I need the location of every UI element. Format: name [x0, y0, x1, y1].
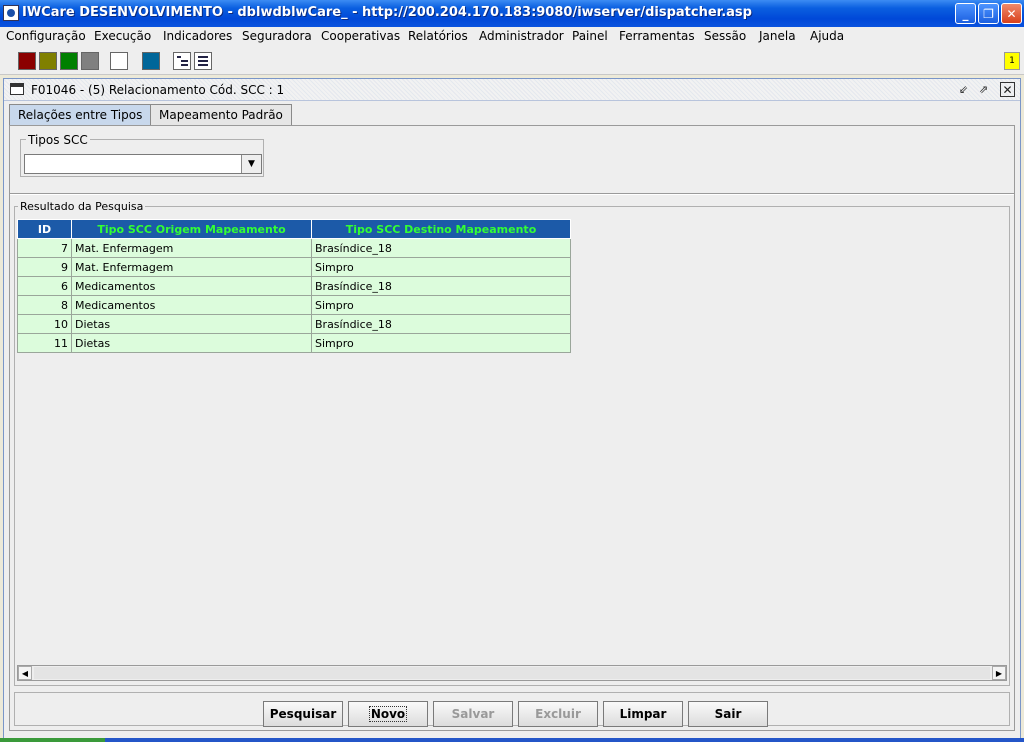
menu-configuracao[interactable]: Configuração — [6, 29, 86, 43]
table-row[interactable]: 11 Dietas Simpro — [17, 333, 571, 353]
button-bar: Pesquisar Novo Salvar Excluir Limpar Sai… — [14, 692, 1010, 727]
cell-origem: Dietas — [71, 314, 312, 334]
cell-id: 6 — [17, 276, 72, 296]
excluir-button[interactable]: Excluir — [518, 701, 598, 727]
cell-id: 8 — [17, 295, 72, 315]
color-swatch-green[interactable] — [60, 52, 78, 70]
table-row[interactable]: 8 Medicamentos Simpro — [17, 295, 571, 315]
cell-id: 7 — [17, 238, 72, 258]
menu-bar: Configuração Execução Indicadores Segura… — [0, 27, 1024, 47]
restore-icon[interactable]: ❐ — [978, 3, 999, 24]
column-header-id[interactable]: ID — [17, 219, 72, 239]
tab-relacoes-entre-tipos[interactable]: Relações entre Tipos — [9, 104, 152, 125]
color-swatch-teal[interactable] — [142, 52, 160, 70]
cell-origem: Mat. Enfermagem — [71, 238, 312, 258]
pesquisar-button[interactable]: Pesquisar — [263, 701, 343, 727]
table-row[interactable]: 6 Medicamentos Brasíndice_18 — [17, 276, 571, 296]
cell-id: 10 — [17, 314, 72, 334]
limpar-button[interactable]: Limpar — [603, 701, 683, 727]
column-header-destino[interactable]: Tipo SCC Destino Mapeamento — [311, 219, 571, 239]
menu-execucao[interactable]: Execução — [94, 29, 151, 43]
color-swatch-olive[interactable] — [39, 52, 57, 70]
menu-ajuda[interactable]: Ajuda — [810, 29, 844, 43]
cell-destino: Simpro — [311, 257, 571, 277]
menu-indicadores[interactable]: Indicadores — [163, 29, 232, 43]
cell-destino: Brasíndice_18 — [311, 238, 571, 258]
divider — [10, 193, 1014, 195]
cell-destino: Brasíndice_18 — [311, 276, 571, 296]
tipos-scc-combobox[interactable]: ▼ — [24, 154, 262, 174]
cell-origem: Dietas — [71, 333, 312, 353]
internal-frame: F01046 - (5) Relacionamento Cód. SCC : 1… — [3, 78, 1021, 739]
menu-sessao[interactable]: Sessão — [704, 29, 746, 43]
cell-origem: Medicamentos — [71, 295, 312, 315]
menu-janela[interactable]: Janela — [759, 29, 796, 43]
cell-destino: Simpro — [311, 333, 571, 353]
document-icon — [10, 83, 24, 95]
menu-cooperativas[interactable]: Cooperativas — [321, 29, 400, 43]
horizontal-scrollbar[interactable]: ◀ ▶ — [17, 665, 1007, 681]
start-button[interactable] — [0, 738, 105, 742]
notification-badge[interactable]: 1 — [1004, 52, 1020, 70]
tab-panel: Tipos SCC ▼ Resultado da Pesquisa ID Tip… — [9, 125, 1015, 731]
window-title-bar[interactable]: IWCare DESENVOLVIMENTO - dblwdblwCare_ -… — [0, 0, 1024, 27]
results-table: ID Tipo SCC Origem Mapeamento Tipo SCC D… — [17, 219, 571, 353]
menu-administrador[interactable]: Administrador — [479, 29, 564, 43]
tab-mapeamento-padrao[interactable]: Mapeamento Padrão — [150, 104, 292, 125]
scroll-right-icon[interactable]: ▶ — [992, 666, 1006, 680]
color-swatch-dark-red[interactable] — [18, 52, 36, 70]
menu-relatorios[interactable]: Relatórios — [408, 29, 468, 43]
cascade-windows-icon[interactable] — [194, 52, 212, 70]
sair-button[interactable]: Sair — [688, 701, 768, 727]
tipos-scc-group: Tipos SCC ▼ — [20, 133, 264, 177]
tipos-scc-legend: Tipos SCC — [26, 133, 90, 147]
cell-destino: Brasíndice_18 — [311, 314, 571, 334]
menu-ferramentas[interactable]: Ferramentas — [619, 29, 695, 43]
table-row[interactable]: 7 Mat. Enfermagem Brasíndice_18 — [17, 238, 571, 258]
table-row[interactable]: 10 Dietas Brasíndice_18 — [17, 314, 571, 334]
salvar-button[interactable]: Salvar — [433, 701, 513, 727]
menu-painel[interactable]: Painel — [572, 29, 608, 43]
cell-id: 9 — [17, 257, 72, 277]
column-header-origem[interactable]: Tipo SCC Origem Mapeamento — [71, 219, 312, 239]
scroll-left-icon[interactable]: ◀ — [18, 666, 32, 680]
resultado-pesquisa-legend: Resultado da Pesquisa — [18, 200, 146, 213]
window-title: IWCare DESENVOLVIMENTO - dblwdblwCare_ -… — [22, 5, 752, 20]
resultado-pesquisa-group: Resultado da Pesquisa ID Tipo SCC Origem… — [14, 200, 1010, 686]
frame-title: F01046 - (5) Relacionamento Cód. SCC : 1 — [31, 83, 285, 97]
iconify-icon[interactable]: ⇙ — [956, 82, 971, 97]
table-row[interactable]: 9 Mat. Enfermagem Simpro — [17, 257, 571, 277]
cell-destino: Simpro — [311, 295, 571, 315]
cell-id: 11 — [17, 333, 72, 353]
scrollbar-track[interactable] — [34, 667, 990, 679]
novo-button[interactable]: Novo — [348, 701, 428, 727]
app-icon — [3, 5, 19, 21]
color-swatch-white[interactable] — [110, 52, 128, 70]
color-swatch-gray[interactable] — [81, 52, 99, 70]
cell-origem: Mat. Enfermagem — [71, 257, 312, 277]
close-icon[interactable]: ✕ — [1001, 3, 1022, 24]
chevron-down-icon[interactable]: ▼ — [241, 155, 261, 173]
cell-origem: Medicamentos — [71, 276, 312, 296]
menu-seguradora[interactable]: Seguradora — [242, 29, 312, 43]
tree-view-icon[interactable] — [173, 52, 191, 70]
minimize-icon[interactable]: _ — [955, 3, 976, 24]
frame-title-bar[interactable]: F01046 - (5) Relacionamento Cód. SCC : 1… — [4, 79, 1020, 101]
frame-close-icon[interactable]: ✕ — [1000, 82, 1015, 97]
taskbar — [0, 738, 1024, 742]
toolbar — [0, 47, 1024, 75]
maximize-icon[interactable]: ⇗ — [976, 82, 991, 97]
